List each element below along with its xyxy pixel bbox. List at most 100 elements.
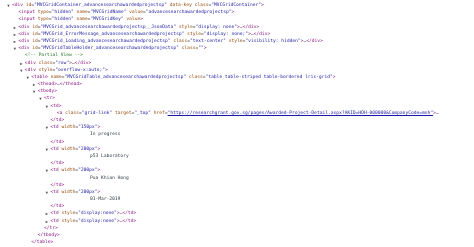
expand-triangle-icon[interactable]: ▼ [44, 167, 49, 174]
markup-token: "MVCGridKey" [90, 17, 124, 23]
dom-node-line[interactable]: ▶ <div id="MVCGrid_ErrorMessage_advancese… [0, 31, 474, 38]
dom-node-line[interactable]: ▶ <div id="MVCGrid_Loading_advancesearcha… [0, 38, 474, 45]
dom-node-line[interactable]: <a class="grid-link" target="_top" href=… [0, 110, 474, 117]
expand-triangle-icon[interactable]: ▼ [44, 189, 49, 196]
dom-node-line[interactable]: ▶ <thead>…</thead> [0, 81, 474, 88]
dom-node-line[interactable]: <!-- Partial View --> [0, 52, 474, 59]
dom-node-line[interactable]: ▼ <td> [0, 103, 474, 110]
dom-node-markup: <table name="MVCGridTable_advancesearcha… [31, 74, 335, 81]
dom-node-line[interactable]: ▼ <div style="overflow-x:auto;"> [0, 67, 474, 74]
dom-node-line[interactable]: </td> [0, 117, 474, 124]
dom-node-line[interactable]: <input type="hidden" name="MVCGridName" … [0, 9, 474, 16]
dom-node-markup: <input type="hidden" name="MVCGridName" … [18, 9, 234, 16]
expand-triangle-icon[interactable]: ▼ [19, 67, 24, 74]
markup-token: </td> [50, 161, 65, 167]
dom-node-markup: </td> [50, 139, 64, 146]
collapse-triangle-icon[interactable]: ▶ [12, 24, 17, 31]
collapse-triangle-icon[interactable]: ▶ [44, 210, 49, 217]
dom-node-line[interactable]: </td> [0, 182, 474, 189]
markup-token: </td> [50, 118, 65, 123]
markup-token: <td [50, 125, 62, 131]
dom-node-line[interactable]: ▼ <table name="MVCGridTable_advancesearch… [0, 74, 474, 81]
expand-triangle-icon[interactable]: ▼ [44, 103, 49, 110]
dom-node-markup: <td width="200px"> [50, 189, 100, 196]
markup-token: "_top" [134, 110, 151, 116]
markup-token: "display:none" [78, 211, 117, 217]
dom-node-markup: p53 Laboratory [57, 153, 129, 160]
markup-token: <!-- Partial View --> [24, 53, 83, 59]
expand-triangle-icon[interactable]: ▼ [12, 45, 17, 52]
markup-token: style [61, 211, 76, 217]
dom-node-line[interactable]: ▶ <td style="display:none">…</td> [0, 218, 474, 225]
dom-node-line[interactable]: </td> [0, 139, 474, 146]
markup-token: width [61, 125, 76, 131]
markup-token: <div [24, 60, 39, 66]
markup-token: name [76, 10, 88, 16]
dom-node-line[interactable]: ▼ <div id="MVCGridContainer_advancesearch… [0, 2, 474, 9]
dom-node-markup: <td style="display:none">…</td> [50, 218, 136, 225]
markup-token: style [187, 31, 202, 37]
dom-node-line[interactable]: ▼ <td width="200px"> [0, 189, 474, 196]
dom-node-markup: </table> [31, 239, 53, 246]
dom-node-line[interactable]: In progress [0, 131, 474, 138]
markup-token: <input [18, 17, 38, 23]
markup-token: </td> [122, 211, 137, 217]
markup-token: <td [50, 218, 62, 224]
dom-node-line[interactable]: Pua Khian Hong [0, 175, 474, 182]
dom-node-line[interactable]: ▼ <tbody> [0, 88, 474, 95]
markup-token: href [153, 110, 165, 116]
markup-token: "grid-link" [81, 110, 113, 116]
markup-token: <thead> [37, 82, 57, 88]
dom-node-line[interactable]: </td> [0, 160, 474, 167]
expand-triangle-icon[interactable]: ▼ [6, 2, 11, 9]
dom-node-line[interactable]: <input type="hidden" name="MVCGridKey" v… [0, 16, 474, 23]
markup-token: <input [18, 10, 38, 16]
dom-node-line[interactable]: ▼ <tr> [0, 95, 474, 102]
markup-token: "MVCGridTableHolder_advancesearchawarded… [40, 46, 179, 52]
elements-dom-tree: ▼ <div id="MVCGridContainer_advancesearch… [0, 2, 474, 246]
dom-node-markup: </tbody> [38, 232, 60, 239]
expand-triangle-icon[interactable]: ▼ [38, 95, 43, 102]
dom-node-line[interactable]: 01-Mar-2019 [0, 196, 474, 203]
dom-node-markup: </td> [50, 117, 64, 124]
markup-token: <td [50, 189, 62, 195]
dom-node-line[interactable]: </tbody> [0, 232, 474, 239]
dom-node-line[interactable]: </tr> [0, 225, 474, 232]
markup-token: In progress [56, 132, 121, 138]
dom-node-markup: Pua Khian Hong [57, 175, 129, 182]
dom-node-line[interactable]: ▶ <td style="display:none">…</td> [0, 210, 474, 217]
dom-node-line[interactable]: ▼ <td width="150px"> [0, 124, 474, 131]
collapse-triangle-icon[interactable]: ▶ [32, 81, 37, 88]
dom-node-markup: <input type="hidden" name="MVCGridKey" v… [18, 16, 143, 23]
expand-triangle-icon[interactable]: ▼ [44, 146, 49, 153]
dom-node-line[interactable]: </td> [0, 203, 474, 210]
markup-token: Pua Khian Hong [56, 175, 129, 181]
dom-node-line[interactable]: ▼ <td width="200px"> [0, 146, 474, 153]
dom-node-markup: <a class="grid-link" target="_top" href=… [57, 110, 439, 117]
expand-triangle-icon[interactable]: ▼ [32, 88, 37, 95]
collapse-triangle-icon[interactable]: ▶ [44, 218, 49, 225]
dom-node-line[interactable]: ▶ <div class="row">…</div> [0, 60, 474, 67]
markup-token: value [129, 10, 143, 16]
markup-token: … [435, 110, 439, 116]
markup-token: <div [24, 67, 39, 73]
markup-token: "MVCGridContainer_advancesearchawardedpr… [34, 3, 167, 8]
markup-token: <table [31, 74, 51, 80]
collapse-triangle-icon[interactable]: ▶ [12, 31, 17, 38]
dom-node-markup: <!-- Partial View --> [25, 52, 83, 59]
collapse-triangle-icon[interactable]: ▶ [19, 60, 24, 67]
dom-node-line[interactable]: ▼ <div id="MVCGridTableHolder_advancesear… [0, 45, 474, 52]
markup-token: "table table-striped table-bordered lris… [205, 74, 333, 80]
expand-triangle-icon[interactable]: ▼ [25, 74, 30, 81]
dom-node-markup: In progress [56, 131, 121, 138]
expand-triangle-icon[interactable]: ▼ [44, 124, 49, 131]
collapse-triangle-icon[interactable]: ▶ [12, 38, 17, 45]
dom-node-line[interactable]: </table> [0, 239, 474, 246]
dom-node-line[interactable]: p53 Laboratory [0, 153, 474, 160]
markup-token: "MVCGrid_ErrorMessage_advancesearchaward… [40, 31, 185, 37]
dom-node-line[interactable]: ▼ <td width="200px"> [0, 167, 474, 174]
href-link[interactable]: "https://researchgrant.gov.sg/pages/Awar… [168, 111, 434, 116]
markup-token: <tr> [44, 96, 56, 102]
markup-token: name [50, 74, 62, 80]
dom-node-line[interactable]: ▶ <div id="MVCGrid_advancesearchawardedpr… [0, 24, 474, 31]
